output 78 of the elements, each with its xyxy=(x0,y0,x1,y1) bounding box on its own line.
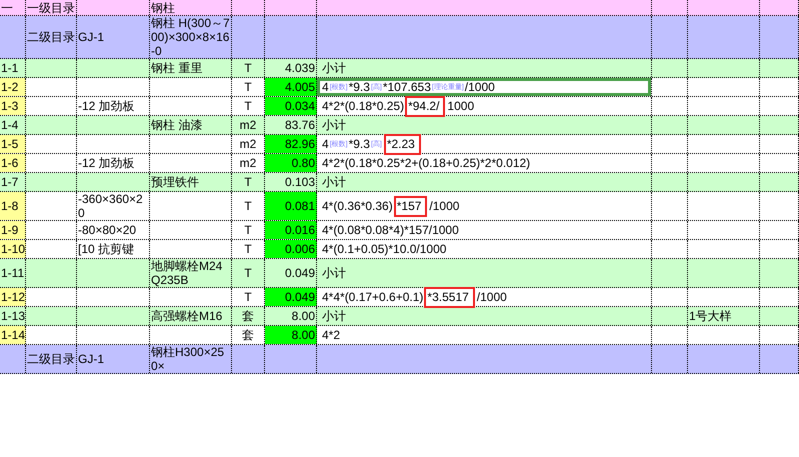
row-number-cell: 1-1 xyxy=(0,59,26,77)
quantity-cell: 0.016 xyxy=(265,221,317,239)
unit-cell: T xyxy=(232,173,265,191)
formula-text: 4*4*(0.17+0.6+0.1) xyxy=(322,290,424,304)
name-cell: 钢柱 油漆 xyxy=(150,116,232,134)
formula-text: 4 xyxy=(322,136,329,152)
unit-cell: m2 xyxy=(232,116,265,134)
row-number-cell: 1-8 xyxy=(0,192,26,220)
code-cell: -80×80×20 xyxy=(77,221,150,239)
name-cell: 钢柱H300×250× xyxy=(150,345,232,373)
catalog-cell: 二级目录 xyxy=(26,16,77,58)
quantity-cell: 4.039 xyxy=(265,59,317,77)
row-number-cell: 1-13 xyxy=(0,307,26,325)
catalog-cell: 一级目录 xyxy=(26,0,77,15)
formula-text: 1000 xyxy=(447,98,474,114)
formula-text: 4*(0.08*0.08*4)*157/1000 xyxy=(322,222,459,238)
quantity-cell: 8.00 xyxy=(265,307,317,325)
formula-text: 4*2*(0.18*0.25*2+(0.18+0.25)*2*0.012) xyxy=(322,156,530,170)
formula-text: 小计 xyxy=(322,266,346,280)
unit-cell: T xyxy=(232,59,265,77)
name-cell: 高强螺栓M16 xyxy=(150,307,232,325)
formula-text: 小计 xyxy=(322,174,346,190)
quantity-cell: 83.76 xyxy=(265,116,317,134)
unit-cell: T xyxy=(232,259,265,287)
name-cell: 地脚螺栓M24 Q235B xyxy=(150,259,232,287)
quantity-cell: 0.006 xyxy=(265,240,317,258)
catalog-cell: 二级目录 xyxy=(26,345,77,373)
name-cell: 钢柱 重里 xyxy=(150,59,232,77)
quantity-cell: 8.00 xyxy=(265,326,317,344)
formula-text: /1000 xyxy=(429,198,460,214)
formula-text: *107.653 xyxy=(382,80,431,94)
formula-text: 4*2*(0.18*0.25) xyxy=(322,98,404,114)
row-number-cell: 1-3 xyxy=(0,97,26,115)
formula-text: *9.3 xyxy=(348,136,370,152)
formula-text: /1000 xyxy=(464,80,495,94)
quantity-cell: 0.049 xyxy=(265,288,317,306)
quantity-cell: 0.081 xyxy=(265,192,317,220)
formula-text: *9.3 xyxy=(348,80,370,94)
remark-cell: 1号大样 xyxy=(688,307,760,325)
quantity-cell: 0.049 xyxy=(265,259,317,287)
quantity-cell: 4.005 xyxy=(265,78,317,96)
row-number-cell: 1-7 xyxy=(0,173,26,191)
row-number-cell: 1-12 xyxy=(0,288,26,306)
name-cell: 钢柱 H(300～700)×300×8×16-0 xyxy=(150,16,232,58)
name-cell: 预埋铁件 xyxy=(150,173,232,191)
formula-text: 4*(0.1+0.05)*10.0/1000 xyxy=(322,242,446,256)
row-number-cell: 1-14 xyxy=(0,326,26,344)
formula-text: 小计 xyxy=(322,60,346,76)
highlighted-formula-part: *3.5517 xyxy=(427,290,472,304)
row-number-cell: 一 xyxy=(0,0,26,15)
highlighted-formula-part: *2.23 xyxy=(386,136,418,152)
quantity-cell: 0.103 xyxy=(265,173,317,191)
name-cell: 钢柱 xyxy=(150,0,232,15)
row-number-cell: 1-6 xyxy=(0,154,26,172)
code-cell: [10 抗剪键 xyxy=(77,240,150,258)
formula-text: 4*(0.36*0.36) xyxy=(322,198,393,214)
code-cell: -12 加劲板 xyxy=(77,154,150,172)
quantity-cell: 82.96 xyxy=(265,135,317,153)
formula-text: 4*2 xyxy=(322,328,340,342)
quantity-cell: 0.80 xyxy=(265,154,317,172)
code-cell: GJ-1 xyxy=(77,345,150,373)
row-number-cell: 1-5 xyxy=(0,135,26,153)
formula-text: 4 xyxy=(322,80,329,94)
row-number-cell: 1-11 xyxy=(0,259,26,287)
row-number-cell: 1-10 xyxy=(0,240,26,258)
code-cell: -360×360×20 xyxy=(77,192,150,220)
code-cell: GJ-1 xyxy=(77,16,150,58)
highlighted-formula-part: *157 xyxy=(396,198,424,214)
formula-text: 小计 xyxy=(322,308,346,324)
row-number-cell: 1-4 xyxy=(0,116,26,134)
row-number-cell: 1-2 xyxy=(0,78,26,96)
row-number-cell: 1-9 xyxy=(0,221,26,239)
formula-text: /1000 xyxy=(476,290,507,304)
formula-text: 小计 xyxy=(322,118,346,132)
unit-cell: 套 xyxy=(232,307,265,325)
quantity-cell: 0.034 xyxy=(265,97,317,115)
highlighted-formula-part: *94.2/ xyxy=(408,98,442,114)
code-cell: -12 加劲板 xyxy=(77,97,150,115)
